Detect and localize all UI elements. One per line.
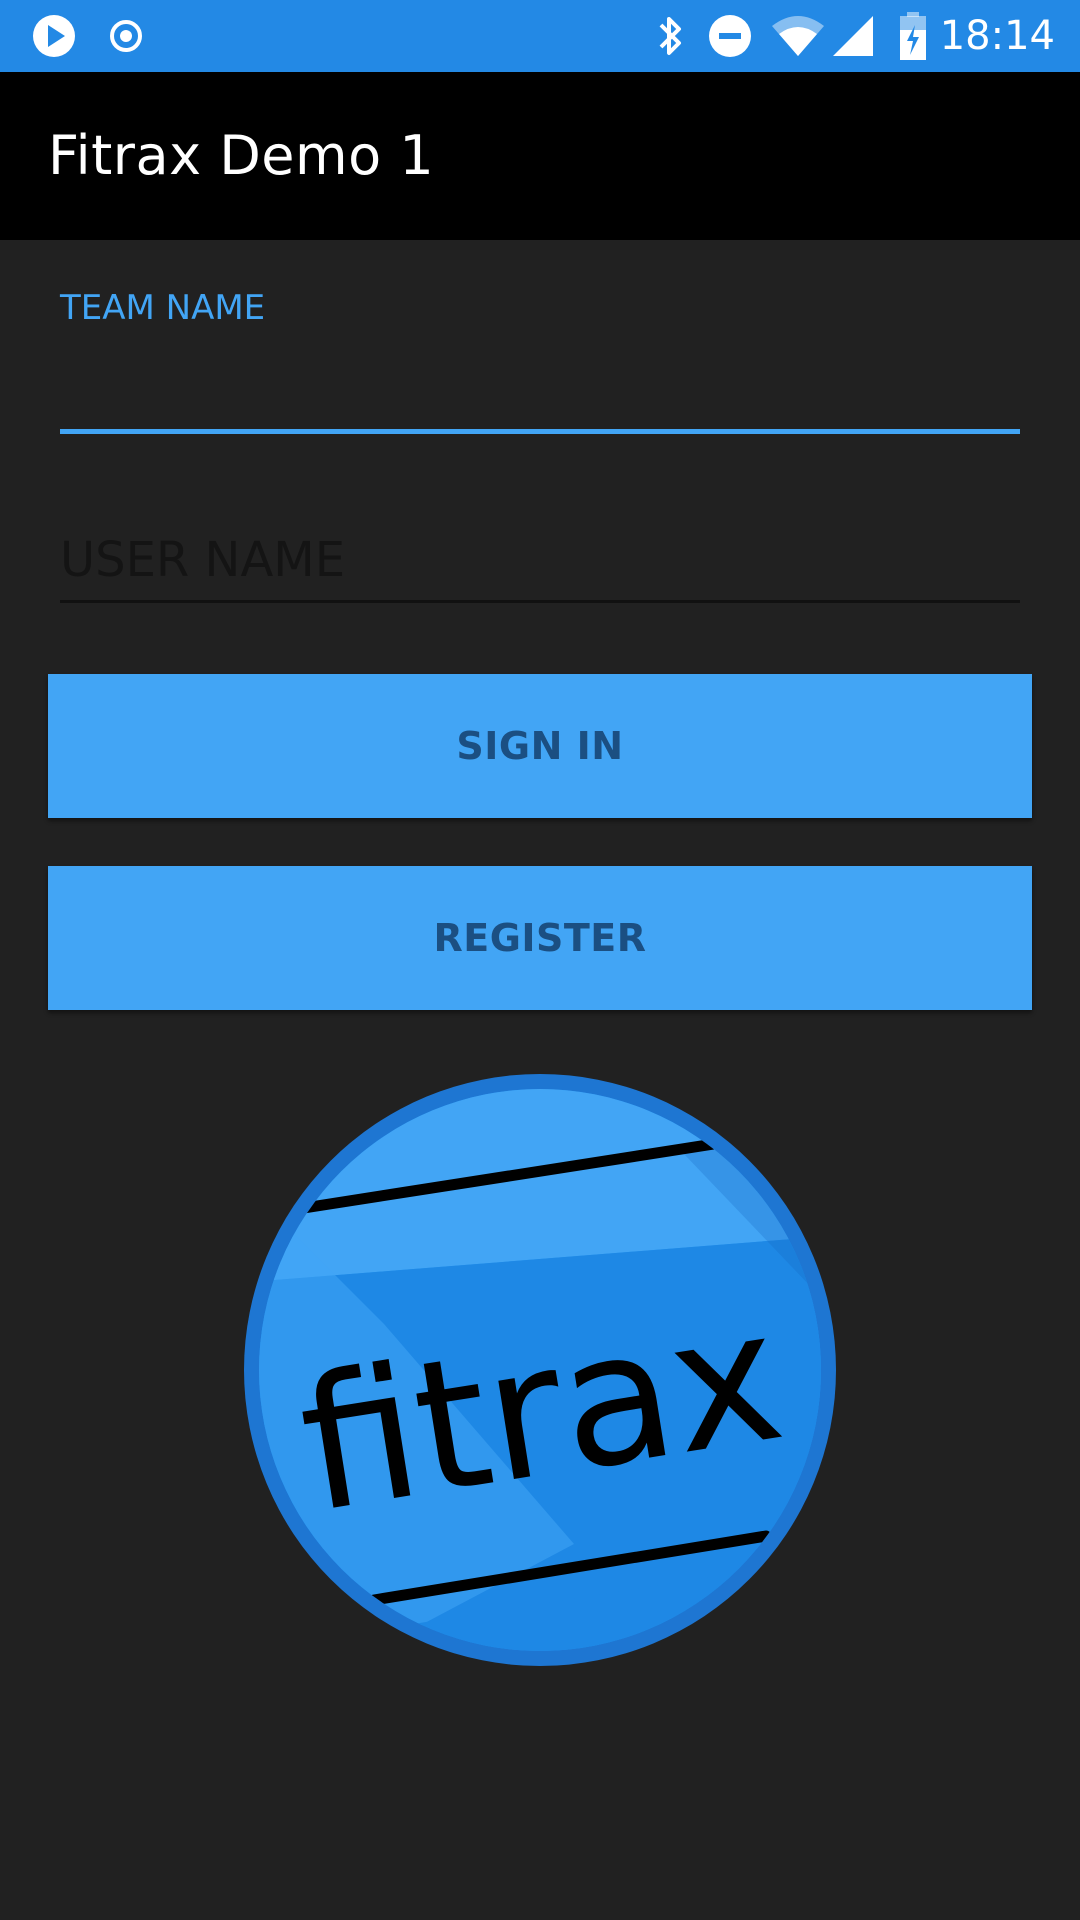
fitrax-logo: fitrax [244,1074,836,1666]
wifi-icon [770,0,826,72]
team-name-label: TEAM NAME [60,288,266,328]
app-bar: Fitrax Demo 1 [0,72,1080,240]
record-icon [106,0,146,72]
user-name-input[interactable] [60,520,1020,603]
status-bar: 18:14 [0,0,1080,72]
register-button[interactable]: REGISTER [48,866,1032,1010]
login-screen: 18:14 Fitrax Demo 1 TEAM NAME SIGN IN RE… [0,0,1080,1920]
app-title: Fitrax Demo 1 [48,124,435,187]
bluetooth-icon [652,0,688,72]
do-not-disturb-icon [706,0,754,72]
sign-in-button[interactable]: SIGN IN [48,674,1032,818]
cell-signal-icon [830,0,876,72]
team-name-input[interactable] [60,355,1020,434]
status-time: 18:14 [939,13,1055,59]
play-store-icon [28,0,80,72]
battery-charging-icon [896,0,930,72]
